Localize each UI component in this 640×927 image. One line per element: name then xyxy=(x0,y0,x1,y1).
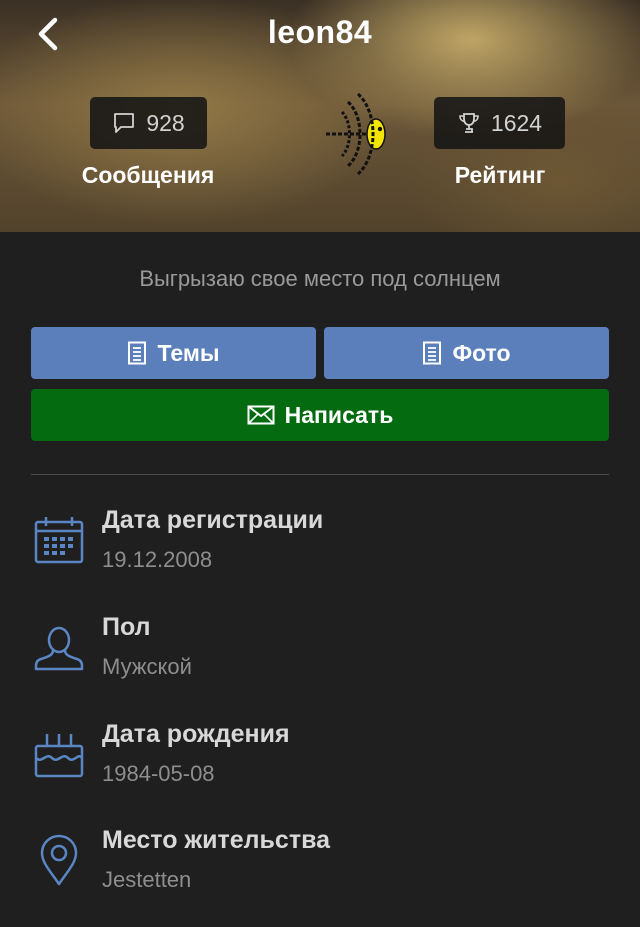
info-value: 19.12.2008 xyxy=(102,547,213,572)
trophy-icon xyxy=(459,113,479,133)
user-icon xyxy=(34,626,84,671)
info-row-gender: Пол Мужской xyxy=(0,613,640,703)
profile-header: leon84 928 Сообщения 1624 Рейтинг xyxy=(0,0,640,232)
info-value: Jestetten xyxy=(102,867,192,892)
info-label: Дата рождения xyxy=(102,720,290,748)
messages-count: 928 xyxy=(146,109,185,136)
document-icon xyxy=(423,341,442,365)
info-value: 1984-05-08 xyxy=(102,761,215,786)
write-message-button[interactable]: Написать xyxy=(31,389,609,441)
info-value: Мужской xyxy=(102,654,192,679)
document-icon xyxy=(128,341,147,365)
envelope-icon xyxy=(247,405,275,425)
cake-icon xyxy=(34,734,84,778)
avatar[interactable] xyxy=(322,84,392,180)
location-pin-icon xyxy=(40,834,78,886)
topics-button[interactable]: Темы xyxy=(31,327,316,379)
info-row-registration: Дата регистрации 19.12.2008 xyxy=(0,506,640,596)
info-row-birthdate: Дата рождения 1984-05-08 xyxy=(0,720,640,810)
info-label: Место жительства xyxy=(102,826,331,854)
photo-button[interactable]: Фото xyxy=(324,327,609,379)
profile-page: leon84 928 Сообщения 1624 Рейтинг Выгрыз… xyxy=(0,0,640,927)
calendar-icon xyxy=(34,517,84,564)
rating-label: Рейтинг xyxy=(454,162,546,188)
rating-count: 1624 xyxy=(490,109,543,136)
chat-bubble-icon xyxy=(114,113,135,133)
info-label: Пол xyxy=(102,613,151,641)
rating-count-box[interactable]: 1624 xyxy=(434,97,565,149)
info-row-location: Место жительства Jestetten xyxy=(0,826,640,916)
messages-label: Сообщения xyxy=(81,162,215,188)
write-button-label: Написать xyxy=(284,401,394,428)
divider xyxy=(31,474,609,475)
messages-count-box[interactable]: 928 xyxy=(90,97,207,149)
page-title: leon84 xyxy=(267,14,373,50)
info-label: Дата регистрации xyxy=(102,506,324,534)
photo-button-label: Фото xyxy=(452,339,511,366)
profile-status: Выгрызаю свое место под солнцем xyxy=(139,266,501,291)
topics-button-label: Темы xyxy=(157,339,220,366)
